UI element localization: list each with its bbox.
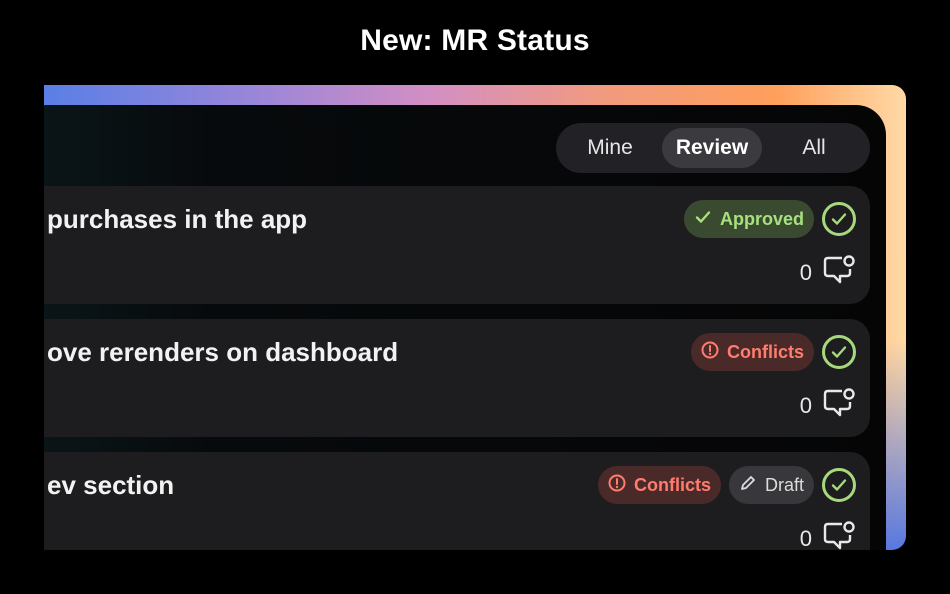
comment-count: 0: [799, 392, 812, 418]
merge-request-title: ove rerenders on dashboard: [47, 337, 399, 367]
app-window: Mine Review All purchases in the app App…: [44, 105, 886, 550]
comment-icon[interactable]: [822, 387, 856, 424]
merge-request-card[interactable]: ev section Conflicts Draft 0: [44, 452, 870, 550]
filter-review[interactable]: Review: [662, 128, 762, 168]
check-circle-icon: [822, 202, 856, 236]
merge-request-title: ev section: [47, 470, 175, 500]
alert-circle-icon: [701, 341, 719, 364]
conflicts-badge: Conflicts: [597, 466, 721, 504]
comment-count: 0: [799, 525, 812, 551]
approved-badge-label: Approved: [719, 208, 804, 229]
comment-icon[interactable]: [822, 520, 856, 550]
check-icon: [694, 208, 712, 231]
merge-request-card[interactable]: ove rerenders on dashboard Conflicts 0: [44, 319, 870, 437]
draft-badge: Draft: [728, 466, 814, 504]
conflicts-badge: Conflicts: [690, 333, 814, 371]
filter-mine[interactable]: Mine: [560, 128, 660, 168]
draft-badge-label: Draft: [764, 474, 804, 495]
app-frame: Mine Review All purchases in the app App…: [44, 85, 906, 550]
comment-count: 0: [799, 259, 812, 285]
approved-badge: Approved: [683, 200, 814, 238]
check-circle-icon: [822, 335, 856, 369]
comment-icon[interactable]: [822, 254, 856, 291]
headline: New: MR Status: [360, 24, 590, 57]
conflicts-badge-label: Conflicts: [633, 474, 711, 495]
pencil-icon: [739, 474, 757, 497]
filter-segmented-control: Mine Review All: [556, 123, 870, 173]
filter-all[interactable]: All: [762, 128, 866, 168]
conflicts-badge-label: Conflicts: [726, 341, 804, 362]
alert-circle-icon: [608, 474, 626, 497]
merge-request-title: purchases in the app: [47, 204, 308, 234]
check-circle-icon: [822, 468, 856, 502]
merge-request-card[interactable]: purchases in the app Approved 0: [44, 186, 870, 304]
